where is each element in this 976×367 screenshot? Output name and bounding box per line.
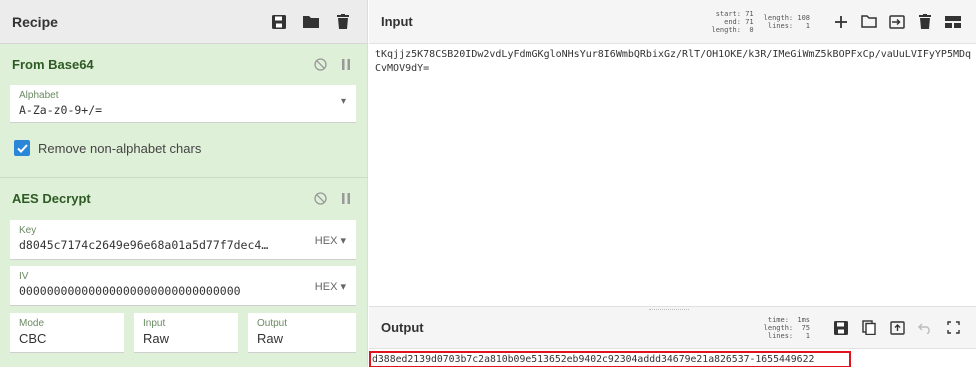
- save-icon[interactable]: [267, 12, 291, 32]
- output-header: Output time: 1ms length: 75 lines: 1: [369, 307, 976, 349]
- input-title: Input: [381, 14, 413, 29]
- output-format-field[interactable]: Output Raw: [248, 313, 356, 353]
- pane-resize-handle[interactable]: [649, 309, 689, 311]
- iv-field[interactable]: IV 00000000000000000000000000000000 HEX …: [10, 266, 356, 306]
- disable-icon[interactable]: [310, 54, 330, 74]
- key-format-value: HEX: [314, 235, 338, 247]
- disable-icon[interactable]: [310, 188, 330, 208]
- recipe-panel: Recipe From Base64 Alphabet A-Za-z0-9+/=…: [0, 0, 368, 367]
- alphabet-field[interactable]: Alphabet A-Za-z0-9+/= ▾: [10, 85, 356, 123]
- layout-icon[interactable]: [942, 12, 964, 32]
- input-pane: Input start: 71 end: 71 length: 0 length…: [369, 0, 976, 305]
- copy-icon[interactable]: [858, 318, 880, 338]
- mode-value: CBC: [19, 331, 47, 346]
- remove-non-alphabet-checkbox[interactable]: [14, 140, 30, 156]
- input-length-stats: length: 108 lines: 1: [763, 13, 810, 30]
- alphabet-value: A-Za-z0-9+/=: [19, 103, 103, 117]
- op-aes-decrypt-title: AES Decrypt: [12, 190, 91, 206]
- output-format-label: Output: [257, 318, 288, 329]
- input-format-value: Raw: [143, 331, 170, 346]
- key-field[interactable]: Key d8045c7174c2649e96e68a01a5d77f7dec4……: [10, 220, 356, 260]
- key-format-dropdown[interactable]: HEX ▾: [315, 234, 346, 247]
- iv-label: IV: [19, 271, 29, 282]
- output-stats: time: 1ms length: 75 lines: 1: [763, 315, 810, 340]
- pause-icon[interactable]: [336, 54, 356, 74]
- plus-icon[interactable]: [830, 12, 852, 32]
- mode-field[interactable]: Mode CBC: [10, 313, 124, 353]
- save-icon[interactable]: [830, 318, 852, 338]
- folder-icon[interactable]: [299, 12, 323, 32]
- op-from-base64-header: From Base64: [0, 44, 368, 84]
- op-from-base64-title: From Base64: [12, 56, 94, 72]
- input-textarea[interactable]: tKqjjz5K78CSB20IDw2vdLyFdmGKgloNHsYur8I6…: [375, 48, 973, 76]
- op-aes-decrypt-header: AES Decrypt: [0, 178, 368, 218]
- trash-icon[interactable]: [914, 12, 936, 32]
- output-pane: Output time: 1ms length: 75 lines: 1 d38…: [369, 306, 976, 367]
- input-header: Input start: 71 end: 71 length: 0 length…: [369, 0, 976, 44]
- pause-icon[interactable]: [336, 188, 356, 208]
- recipe-title: Recipe: [12, 13, 58, 30]
- iv-format-value: HEX: [314, 281, 338, 293]
- remove-non-alphabet-label: Remove non-alphabet chars: [38, 140, 202, 156]
- chevron-down-icon[interactable]: ▾: [341, 96, 346, 107]
- folder-open-icon[interactable]: [858, 12, 880, 32]
- mode-label: Mode: [19, 318, 45, 329]
- recipe-header: Recipe: [0, 0, 367, 44]
- undo-icon[interactable]: [914, 318, 936, 338]
- input-format-label: Input: [143, 318, 166, 329]
- iv-value: 00000000000000000000000000000000: [19, 284, 241, 298]
- output-format-value: Raw: [257, 331, 284, 346]
- output-title: Output: [381, 320, 424, 335]
- trash-icon[interactable]: [331, 12, 355, 32]
- input-format-field[interactable]: Input Raw: [134, 313, 238, 353]
- import-icon[interactable]: [886, 12, 908, 32]
- iv-format-dropdown[interactable]: HEX ▾: [315, 280, 346, 293]
- remove-non-alphabet-option[interactable]: Remove non-alphabet chars: [14, 140, 201, 156]
- output-text[interactable]: d388ed2139d0703b7c2a810b09e513652eb9402c…: [369, 351, 851, 367]
- key-label: Key: [19, 225, 37, 236]
- replace-input-icon[interactable]: [886, 318, 908, 338]
- fullscreen-icon[interactable]: [942, 318, 964, 338]
- key-value: d8045c7174c2649e96e68a01a5d77f7dec4…: [19, 238, 269, 252]
- alphabet-label: Alphabet: [19, 90, 59, 101]
- input-selection-stats: start: 71 end: 71 length: 0: [711, 9, 754, 34]
